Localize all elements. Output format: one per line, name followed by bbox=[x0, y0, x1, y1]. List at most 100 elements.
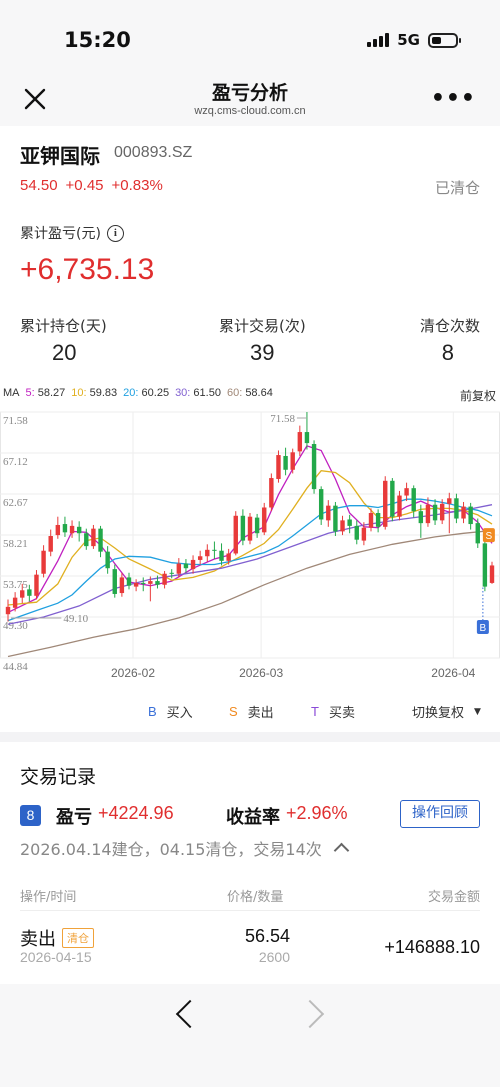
more-icon[interactable]: ••• bbox=[431, 86, 476, 111]
page-url: wzq.cms-cloud.com.cn bbox=[194, 105, 306, 117]
candle-body bbox=[155, 581, 160, 585]
candle-body bbox=[162, 573, 167, 585]
stock-price: 54.50 bbox=[20, 177, 58, 194]
chevron-up-icon[interactable] bbox=[333, 842, 350, 859]
candle-body bbox=[297, 432, 303, 452]
caret-down-icon: ▼ bbox=[474, 706, 481, 717]
records-card: 交易记录 8 盈亏 +4224.96 收益率 +2.96% 操作回顾 2026.04… bbox=[0, 742, 500, 984]
legend-sell: S 卖出 bbox=[229, 704, 274, 721]
candle-body bbox=[439, 503, 445, 521]
candle-body bbox=[233, 515, 238, 554]
record-rate: 收益率 +2.96% bbox=[226, 803, 348, 828]
sell-marker-label: S bbox=[486, 531, 493, 542]
candle-body bbox=[454, 498, 459, 519]
position-status: 已清仓 bbox=[434, 179, 480, 197]
candle-body bbox=[390, 480, 395, 517]
candle-body bbox=[240, 515, 246, 541]
candle-body bbox=[404, 488, 409, 496]
candle-body bbox=[205, 549, 210, 557]
replay-button[interactable]: 操作回顾 bbox=[400, 800, 480, 828]
stock-code: 000893.SZ bbox=[114, 144, 193, 161]
x-tick-label: 2026-03 bbox=[239, 666, 283, 680]
header-op: 操作/时间 bbox=[20, 890, 77, 905]
candle-body bbox=[212, 549, 217, 551]
summary-card: 亚钾国际 000893.SZ 54.50 +0.45 +0.83% 已清仓 累计… bbox=[0, 126, 500, 732]
forward-icon[interactable] bbox=[295, 999, 325, 1029]
y-tick-label: 67.12 bbox=[3, 456, 28, 468]
stat-label-trades: 累计交易(次) bbox=[219, 317, 306, 335]
candle-body bbox=[461, 506, 466, 519]
x-tick-label: 2026-04 bbox=[431, 666, 475, 680]
record-amount: +146888.10 bbox=[384, 937, 480, 957]
candle-body bbox=[41, 550, 46, 574]
candle-body bbox=[20, 590, 25, 598]
ma-legend: MA 5: 58.27 10: 59.83 20: 60.25 30: 61.5… bbox=[3, 387, 273, 399]
stock-name: 亚钾国际 bbox=[20, 144, 100, 168]
network-type: 5G bbox=[397, 31, 420, 49]
candle-body bbox=[276, 455, 281, 479]
y-tick-label: 71.58 bbox=[3, 415, 28, 427]
stat-label-holding: 累计持仓(天) bbox=[20, 317, 107, 335]
stat-value-clear: 8 bbox=[441, 340, 454, 365]
record-date: 2026-04-15 bbox=[20, 949, 92, 965]
candle-body bbox=[489, 565, 495, 583]
stat-value-trades: 39 bbox=[250, 340, 275, 365]
candle-body bbox=[183, 563, 189, 569]
browser-bottom-bar bbox=[0, 984, 500, 1087]
candle-body bbox=[397, 495, 402, 517]
candle-body bbox=[432, 504, 438, 521]
back-icon[interactable] bbox=[175, 999, 205, 1029]
low-label: 49.10 bbox=[63, 613, 88, 625]
candle-body bbox=[226, 553, 231, 561]
candle-body bbox=[219, 550, 224, 561]
y-tick-label: 62.67 bbox=[3, 497, 28, 509]
candle-body bbox=[333, 505, 338, 532]
y-tick-label: 58.21 bbox=[3, 538, 28, 550]
y-tick-label: 49.30 bbox=[3, 620, 28, 632]
candle-body bbox=[69, 525, 75, 534]
candle-body bbox=[354, 525, 359, 540]
candle-body bbox=[27, 589, 32, 596]
switch-adjust-button[interactable]: 切换复权 ▼ bbox=[412, 702, 481, 721]
stat-value-holding: 20 bbox=[52, 340, 77, 365]
candle-body bbox=[368, 513, 374, 528]
candle-body bbox=[119, 577, 125, 594]
ma-prefix: MA bbox=[3, 387, 20, 399]
record-action: 卖出 清仓 bbox=[20, 925, 94, 951]
records-title: 交易记录 bbox=[20, 766, 97, 788]
candle-body bbox=[311, 444, 317, 490]
candle-body bbox=[148, 581, 153, 584]
candlestick-chart[interactable]: 71.58 67.12 62.67 58.21 53.75 49.30 44.84 2026-… bbox=[0, 402, 500, 687]
candle-body bbox=[12, 597, 18, 608]
high-label: 71.58 bbox=[270, 413, 295, 425]
candle-body bbox=[55, 524, 61, 536]
candle-body bbox=[98, 528, 103, 552]
candle-body bbox=[262, 507, 267, 533]
candle-body bbox=[254, 517, 260, 534]
stock-change-pct: +0.83% bbox=[111, 177, 163, 194]
status-bar: 15:20 5G bbox=[0, 0, 500, 78]
candle-body bbox=[375, 513, 381, 527]
candle-body bbox=[126, 577, 132, 586]
candle-body bbox=[468, 506, 473, 525]
signal-icon bbox=[367, 33, 390, 47]
candle-body bbox=[418, 511, 424, 524]
header-amount: 交易金额 bbox=[427, 890, 480, 905]
record-pl: 盈亏 +4224.96 bbox=[56, 803, 174, 828]
candle-body bbox=[91, 528, 96, 547]
record-summary[interactable]: 2026.04.14建仓，04.15清仓，交易14次 bbox=[20, 836, 350, 860]
cum-pl-value: +6,735.13 bbox=[20, 253, 155, 286]
candle-body bbox=[197, 556, 203, 560]
candle-body bbox=[340, 520, 345, 532]
ma60: 60: 58.64 bbox=[226, 387, 273, 399]
candle-body bbox=[283, 455, 288, 470]
candle-body bbox=[383, 480, 388, 527]
candle-body bbox=[5, 606, 11, 615]
header-pq: 价格/数量 bbox=[227, 890, 284, 905]
info-icon[interactable]: i bbox=[106, 224, 124, 242]
candle-body bbox=[141, 582, 146, 584]
ma10: 10: 59.83 bbox=[71, 387, 118, 399]
price-row: 54.50 +0.45 +0.83% bbox=[20, 177, 163, 194]
cum-pl-label-row: 累计盈亏(元) i bbox=[20, 223, 124, 243]
y-tick-label: 44.84 bbox=[3, 661, 28, 673]
